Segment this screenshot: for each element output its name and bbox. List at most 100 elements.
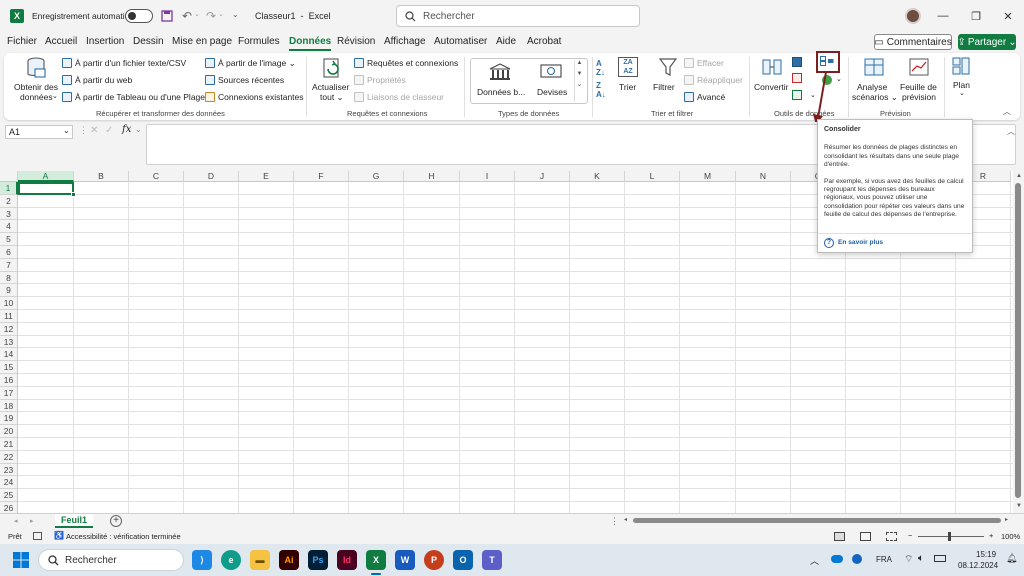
refresh-all-button[interactable]: Actualiser tout ⌄ bbox=[310, 55, 354, 103]
comments-button[interactable]: ▭ Commentaires bbox=[874, 34, 952, 50]
tab-mise-en-page[interactable]: Mise en page bbox=[172, 36, 232, 47]
next-sheet-icon[interactable]: ▸ bbox=[30, 517, 34, 525]
flash-fill-icon[interactable] bbox=[792, 57, 802, 67]
tab-affichage[interactable]: Affichage bbox=[384, 36, 426, 47]
restore-icon[interactable]: ❐ bbox=[966, 6, 986, 26]
redo-dropdown-icon[interactable]: ⌄ bbox=[218, 10, 224, 18]
chevron-down-icon[interactable]: ⌄ bbox=[135, 125, 142, 134]
collapse-ribbon-icon[interactable]: ︿ bbox=[1003, 106, 1011, 117]
row-header-21[interactable]: 21 bbox=[0, 438, 18, 451]
sort-button[interactable]: ZA AZ Trier bbox=[616, 55, 642, 103]
reapply-button[interactable]: Réappliquer bbox=[697, 75, 743, 85]
row-header-23[interactable]: 23 bbox=[0, 463, 18, 477]
network-app-icon[interactable] bbox=[852, 554, 862, 564]
row-header-17[interactable]: 17 bbox=[0, 386, 18, 400]
row-header-3[interactable]: 3 bbox=[0, 207, 18, 221]
speaker-icon[interactable]: 🔈︎ bbox=[918, 553, 924, 564]
cancel-icon[interactable]: ✕ bbox=[90, 125, 98, 136]
row-header-12[interactable]: 12 bbox=[0, 322, 18, 336]
tab-revision[interactable]: Révision bbox=[337, 36, 375, 47]
tab-fichier[interactable]: Fichier bbox=[7, 36, 37, 47]
outline-button[interactable]: Plan ⌄ bbox=[948, 55, 976, 103]
zoom-out-button[interactable]: − bbox=[908, 531, 912, 540]
column-header-b[interactable]: B bbox=[74, 171, 129, 182]
remove-duplicates-icon[interactable] bbox=[792, 73, 802, 83]
queries-connections-button[interactable]: Requêtes et connexions bbox=[367, 58, 458, 68]
vscode-icon[interactable]: ⟩ bbox=[192, 550, 212, 570]
data-validation-icon[interactable] bbox=[792, 90, 802, 100]
indesign-icon[interactable]: Id bbox=[337, 550, 357, 570]
from-table-button[interactable]: À partir de Tableau ou d'une Plage bbox=[75, 92, 205, 102]
row-header-26[interactable]: 26 bbox=[0, 502, 18, 513]
insert-function-button[interactable]: fx bbox=[122, 124, 131, 135]
file-explorer-icon[interactable]: ▬ bbox=[250, 550, 270, 570]
battery-icon[interactable] bbox=[934, 555, 946, 562]
add-sheet-button[interactable]: + bbox=[110, 515, 122, 527]
row-header-19[interactable]: 19 bbox=[0, 412, 18, 426]
redo-icon[interactable]: ↷ bbox=[204, 9, 218, 23]
vertical-scrollbar[interactable]: ▲ ▼ bbox=[1013, 171, 1024, 513]
column-header-m[interactable]: M bbox=[680, 171, 736, 182]
chevron-down-icon[interactable]: ⌄ bbox=[63, 126, 70, 135]
clock-time[interactable]: 15:19 bbox=[976, 550, 996, 559]
accessibility-status[interactable]: Accessibilité : vérification terminée bbox=[66, 532, 181, 541]
tab-accueil[interactable]: Accueil bbox=[45, 36, 77, 47]
row-header-25[interactable]: 25 bbox=[0, 489, 18, 502]
row-header-9[interactable]: 9 bbox=[0, 284, 18, 298]
currencies-button[interactable]: Devises bbox=[530, 61, 572, 101]
search-box[interactable]: Rechercher bbox=[396, 5, 640, 27]
windows-start-icon[interactable] bbox=[13, 552, 29, 568]
edit-links-button[interactable]: Liaisons de classeur bbox=[367, 92, 444, 102]
what-if-analysis-button[interactable]: Analyse scénarios ⌄ bbox=[852, 55, 898, 103]
row-header-11[interactable]: 11 bbox=[0, 310, 18, 323]
column-header-j[interactable]: J bbox=[515, 171, 570, 182]
zoom-slider[interactable] bbox=[918, 536, 984, 537]
row-header-20[interactable]: 20 bbox=[0, 425, 18, 438]
tab-dessin[interactable]: Dessin bbox=[133, 36, 164, 47]
notifications-icon[interactable]: 🔔︎ bbox=[1006, 553, 1017, 564]
wifi-icon[interactable]: ⌔ bbox=[904, 553, 913, 566]
customize-qat-icon[interactable]: ⌄ bbox=[232, 10, 239, 19]
get-data-button[interactable]: Obtenir des données ⌄ bbox=[10, 55, 60, 103]
tab-acrobat[interactable]: Acrobat bbox=[527, 36, 561, 47]
row-header-14[interactable]: 14 bbox=[0, 348, 18, 362]
normal-view-icon[interactable] bbox=[834, 532, 845, 541]
column-header-g[interactable]: G bbox=[349, 171, 404, 182]
forecast-sheet-button[interactable]: Feuille de prévision bbox=[898, 55, 942, 103]
tab-formules[interactable]: Formules bbox=[238, 36, 280, 47]
row-header-13[interactable]: 13 bbox=[0, 335, 18, 349]
prev-sheet-icon[interactable]: ◂ bbox=[14, 517, 18, 525]
row-header-2[interactable]: 2 bbox=[0, 194, 18, 208]
advanced-button[interactable]: Avancé bbox=[697, 92, 725, 102]
existing-connections-button[interactable]: Connexions existantes bbox=[218, 92, 304, 102]
close-icon[interactable]: ✕ bbox=[998, 6, 1018, 26]
zoom-slider-thumb[interactable] bbox=[948, 532, 951, 541]
column-header-f[interactable]: F bbox=[294, 171, 349, 182]
page-layout-view-icon[interactable] bbox=[860, 532, 871, 541]
save-icon[interactable] bbox=[160, 9, 174, 23]
text-to-columns-button[interactable]: Convertir bbox=[754, 55, 790, 103]
onedrive-icon[interactable] bbox=[831, 555, 843, 563]
select-all-corner[interactable] bbox=[0, 171, 18, 182]
row-header-10[interactable]: 10 bbox=[0, 297, 18, 310]
expand-formula-bar-icon[interactable]: ︿ bbox=[1007, 126, 1015, 137]
minimize-icon[interactable]: — bbox=[933, 6, 953, 26]
properties-button[interactable]: Propriétés bbox=[367, 75, 406, 85]
more-icon[interactable]: ⋮ bbox=[610, 516, 619, 527]
illustrator-icon[interactable]: Ai bbox=[279, 550, 299, 570]
row-header-1[interactable]: 1 bbox=[0, 182, 18, 195]
sort-az-icon[interactable]: A Z↓ bbox=[596, 59, 605, 77]
row-header-4[interactable]: 4 bbox=[0, 220, 18, 234]
language-indicator[interactable]: FRA bbox=[876, 555, 892, 564]
photoshop-icon[interactable]: Ps bbox=[308, 550, 328, 570]
sheet-tab-feuil1[interactable]: Feuil1 bbox=[55, 514, 93, 528]
tab-automatiser[interactable]: Automatiser bbox=[434, 36, 487, 47]
column-header-e[interactable]: E bbox=[239, 171, 294, 182]
autosave-toggle[interactable] bbox=[125, 9, 153, 23]
learn-more-link[interactable]: ? En savoir plus bbox=[824, 238, 883, 248]
selected-cell-a1[interactable] bbox=[18, 182, 74, 195]
row-header-16[interactable]: 16 bbox=[0, 374, 18, 387]
row-header-6[interactable]: 6 bbox=[0, 246, 18, 259]
tab-aide[interactable]: Aide bbox=[496, 36, 516, 47]
stocks-button[interactable]: Données b... bbox=[475, 61, 525, 101]
